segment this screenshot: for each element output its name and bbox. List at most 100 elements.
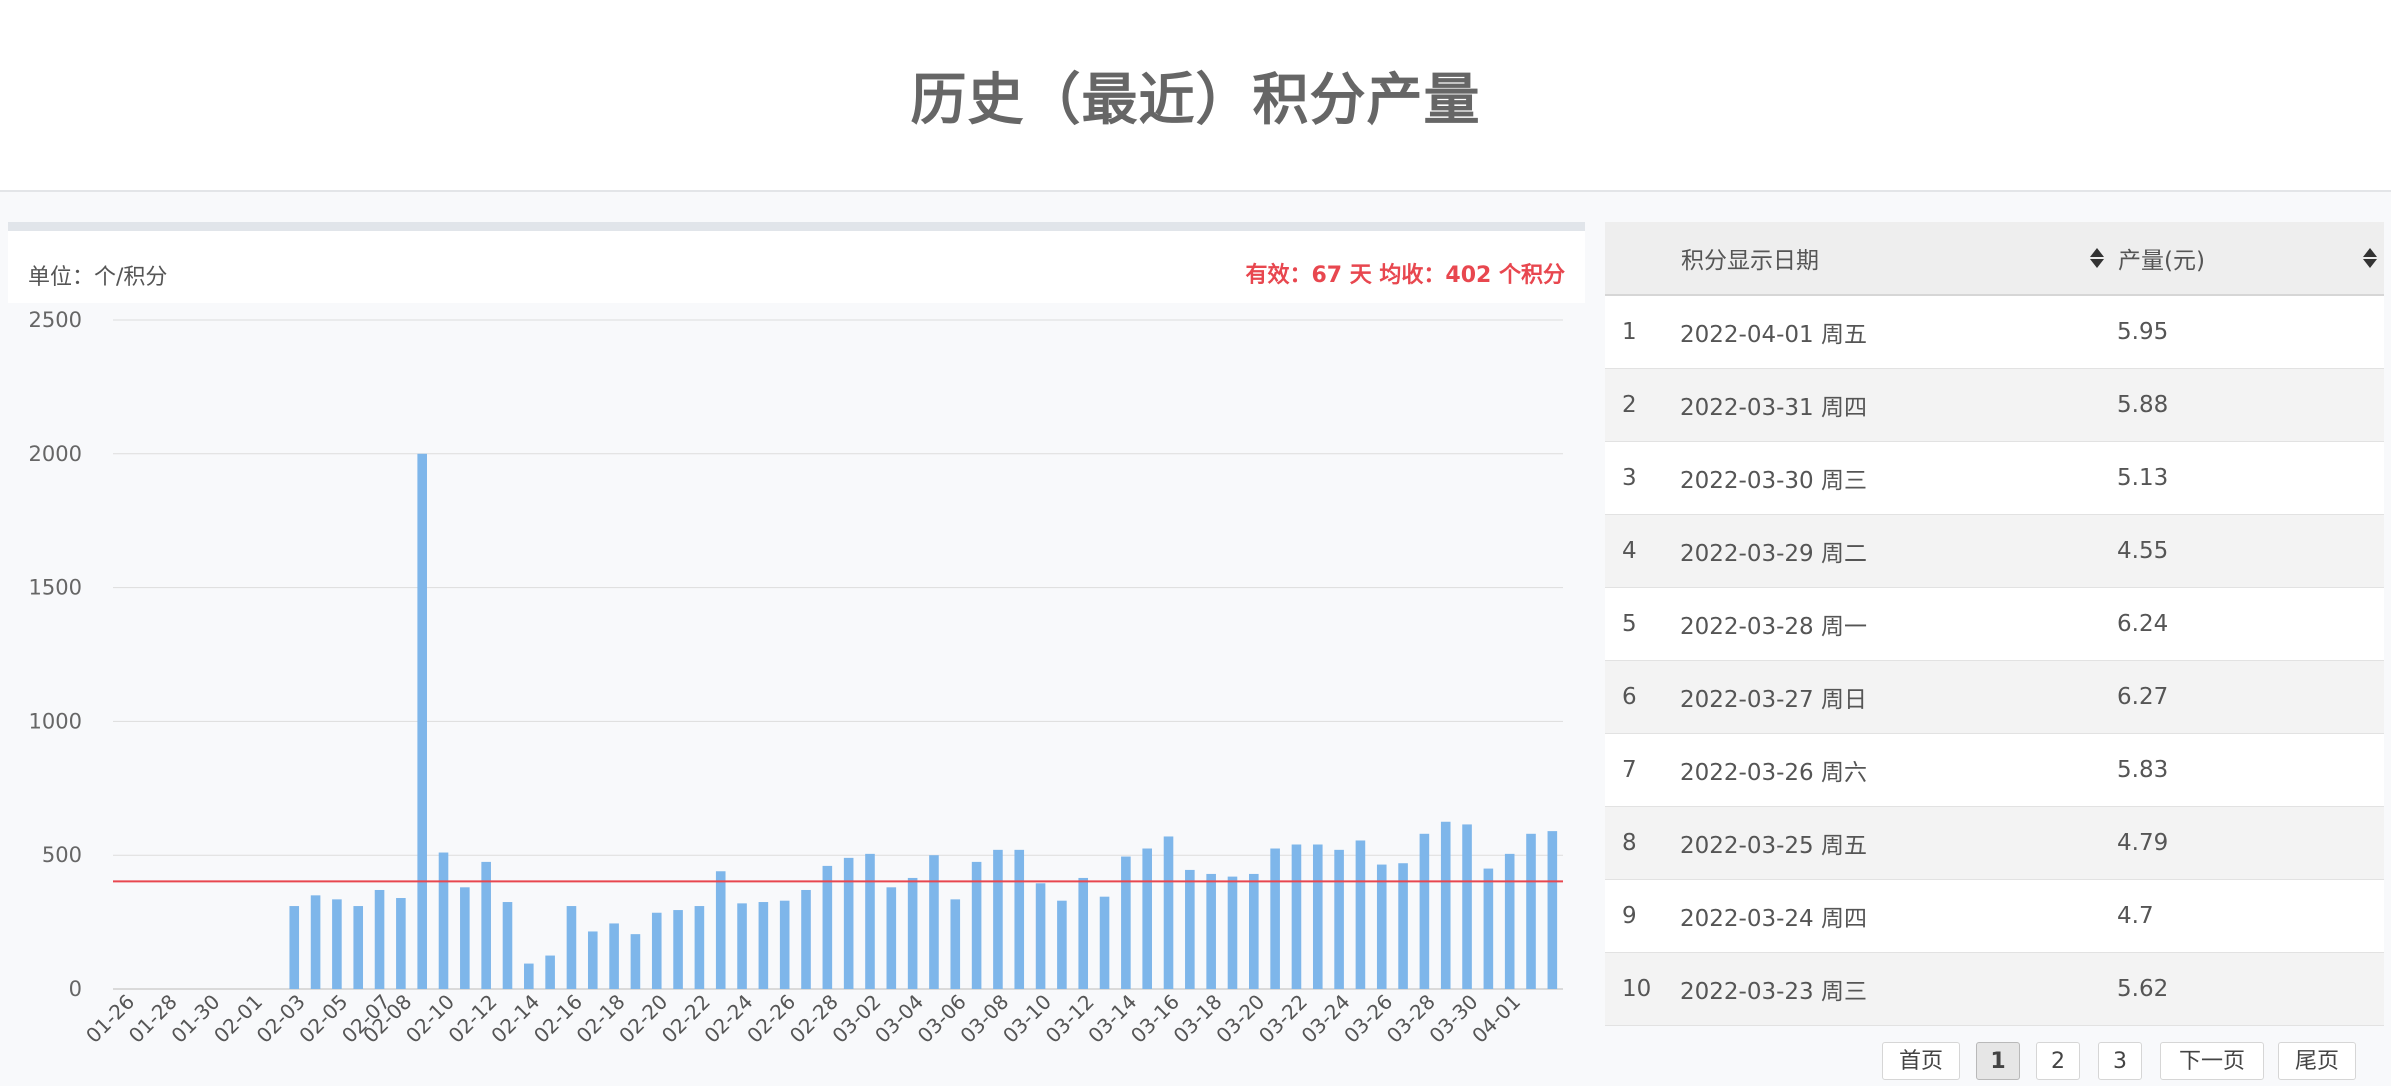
pagination: 首页 1 2 3 下一页 尾页 — [0, 1042, 2391, 1082]
bar — [843, 857, 854, 989]
x-tick-label: 03-28 — [1382, 990, 1440, 1048]
x-tick-label: 03-20 — [1211, 990, 1269, 1048]
first-page-button[interactable]: 首页 — [1882, 1042, 1960, 1080]
bar — [907, 877, 918, 989]
x-tick-label: 02-05 — [294, 990, 352, 1048]
bar — [758, 902, 769, 989]
x-tick-label: 03-26 — [1339, 990, 1397, 1048]
bar — [1312, 844, 1323, 989]
page-1-button[interactable]: 1 — [1976, 1042, 2020, 1080]
value-column-header[interactable]: 产量(元) — [2117, 222, 2384, 296]
x-tick-label: 03-24 — [1297, 990, 1355, 1048]
table-row: 1 2022-04-01 周五 5.95 — [1605, 295, 2384, 368]
x-tick-label: 04-01 — [1467, 990, 1525, 1048]
bar — [1121, 856, 1131, 989]
row-index: 6 — [1622, 683, 1637, 710]
row-date: 2022-03-24 周四 — [1680, 905, 1867, 932]
page-title: 历史（最近）积分产量 — [910, 68, 1481, 133]
bar — [1526, 833, 1536, 989]
bar — [310, 895, 321, 989]
row-index: 10 — [1622, 975, 1652, 1002]
sort-icon[interactable] — [2090, 246, 2104, 272]
next-page-button[interactable]: 下一页 — [2160, 1042, 2264, 1080]
table-row: 3 2022-03-30 周三 5.13 — [1605, 441, 2384, 514]
chart-header: 单位：个/积分 有效：67 天 均收：402 个积分 — [8, 231, 1585, 303]
y-tick-label: 2000 — [29, 442, 82, 466]
bar — [630, 934, 641, 989]
bar — [1483, 868, 1494, 989]
bar — [1035, 883, 1046, 989]
page-2-button[interactable]: 2 — [2036, 1042, 2080, 1080]
x-tick-label: 02-18 — [572, 990, 630, 1048]
value-header-label: 产量(元) — [2118, 248, 2205, 274]
x-tick-label: 03-18 — [1169, 990, 1227, 1048]
bar — [929, 855, 939, 989]
row-value: 5.88 — [2117, 391, 2169, 418]
row-date: 2022-03-30 周三 — [1680, 467, 1867, 494]
x-tick-label: 02-22 — [657, 990, 715, 1048]
table-row: 2 2022-03-31 周四 5.88 — [1605, 368, 2384, 441]
x-tick-label: 03-06 — [913, 990, 971, 1048]
table-row: 6 2022-03-27 周日 6.27 — [1605, 660, 2384, 733]
bar — [1270, 848, 1280, 989]
bar — [353, 906, 364, 989]
x-tick-label: 02-26 — [742, 990, 800, 1048]
bar — [1078, 877, 1089, 989]
row-index: 2 — [1622, 391, 1637, 418]
bar — [694, 906, 705, 989]
row-index: 1 — [1622, 318, 1637, 345]
row-date: 2022-03-26 周六 — [1680, 759, 1867, 786]
bar — [1419, 833, 1430, 989]
bar — [332, 899, 342, 989]
output-table: 积分显示日期 产量(元) 1 2022-04-01 周五 5.95 2 2022-03-… — [1605, 222, 2384, 1026]
row-date: 2022-03-31 周四 — [1680, 394, 1867, 421]
table-row: 10 2022-03-23 周三 5.62 — [1605, 952, 2384, 1025]
row-date: 2022-03-23 周三 — [1680, 978, 1867, 1005]
last-page-button[interactable]: 尾页 — [2278, 1042, 2356, 1080]
page-3-button[interactable]: 3 — [2098, 1042, 2142, 1080]
bar — [545, 955, 555, 989]
bar — [1547, 831, 1558, 989]
bar — [566, 906, 577, 989]
x-tick-label: 02-20 — [614, 990, 672, 1048]
x-tick-label: 03-12 — [1041, 990, 1099, 1048]
date-header-label: 积分显示日期 — [1681, 248, 1819, 274]
date-column-header[interactable]: 积分显示日期 — [1680, 222, 2117, 296]
bar — [460, 887, 470, 989]
sort-icon[interactable] — [2363, 246, 2377, 272]
bar — [1355, 840, 1366, 989]
x-tick-label: 01-26 — [81, 990, 139, 1048]
bar — [779, 900, 790, 989]
bar — [1163, 836, 1174, 989]
bar — [396, 898, 406, 989]
table-header-row: 积分显示日期 产量(元) — [1605, 222, 2384, 296]
bar — [609, 923, 619, 989]
unit-label: 单位：个/积分 — [28, 265, 168, 290]
chart-panel: 单位：个/积分 有效：67 天 均收：402 个积分 0 500 1000 1500 2… — [8, 222, 1585, 1086]
bar — [502, 902, 513, 989]
bar — [1440, 821, 1451, 989]
bar — [993, 849, 1003, 989]
bar — [587, 931, 598, 989]
x-tick-label: 02-24 — [700, 990, 758, 1048]
x-tick-label: 02-01 — [209, 990, 267, 1048]
row-index: 7 — [1622, 756, 1637, 783]
row-index: 3 — [1622, 464, 1637, 491]
x-tick-label: 03-08 — [955, 990, 1013, 1048]
x-tick-label: 03-16 — [1126, 990, 1184, 1048]
row-value: 5.62 — [2117, 975, 2169, 1002]
y-tick-label: 1500 — [29, 576, 82, 600]
row-value: 4.55 — [2117, 537, 2169, 564]
x-tick-label: 02-03 — [252, 990, 310, 1048]
bar — [737, 903, 747, 989]
x-tick-label: 02-16 — [529, 990, 587, 1048]
bar — [289, 906, 300, 989]
bar — [438, 852, 449, 989]
bar — [417, 453, 427, 989]
bar — [1185, 869, 1195, 989]
row-value: 5.83 — [2117, 756, 2169, 783]
bar — [1249, 873, 1259, 989]
bar — [1376, 864, 1387, 989]
bar — [1057, 900, 1067, 989]
x-tick-label: 02-12 — [444, 990, 502, 1048]
